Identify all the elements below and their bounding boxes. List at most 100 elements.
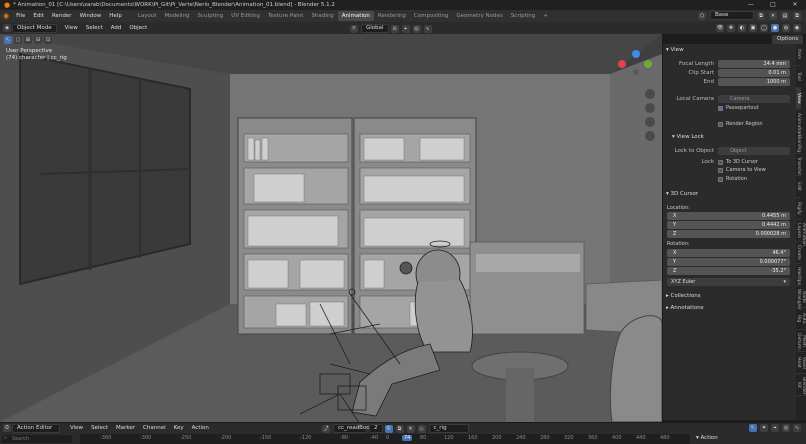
sidebar-tab-create[interactable]: Create bbox=[796, 242, 801, 264]
proportional-icon[interactable]: ◎ bbox=[782, 424, 790, 432]
cursor-z-field[interactable]: Z 0.000028 m bbox=[667, 230, 790, 238]
unlink-action-icon[interactable]: ✕ bbox=[406, 424, 415, 433]
tab-texture-paint[interactable]: Texture Paint bbox=[264, 11, 308, 21]
cursor-y-field[interactable]: Y 0.4442 m bbox=[667, 221, 790, 229]
sidebar-tab-animation-layers[interactable]: Animation Layers bbox=[796, 220, 806, 246]
rotation-mode-dropdown[interactable]: XYZ Euler ▾ bbox=[667, 278, 790, 286]
visibility-icon[interactable]: 👁 bbox=[716, 24, 724, 32]
view-layer-icon[interactable]: ▤ bbox=[781, 11, 789, 20]
mode-selector[interactable]: Object Mode bbox=[12, 23, 57, 33]
sidebar-tab-edit[interactable]: Edit bbox=[796, 176, 801, 198]
cursor-rot-z-field[interactable]: Z -35.2° bbox=[667, 267, 790, 275]
render-region-checkbox[interactable] bbox=[718, 122, 723, 127]
select-subtract-icon[interactable]: ⊟ bbox=[34, 36, 42, 44]
tab-compositing[interactable]: Compositing bbox=[410, 11, 452, 21]
select-box-icon[interactable]: ▢ bbox=[14, 36, 22, 44]
transform-orientation-icon[interactable]: ⤧ bbox=[350, 24, 358, 33]
fake-user-icon[interactable]: ⛨ bbox=[384, 424, 393, 433]
minimize-button[interactable]: — bbox=[740, 0, 762, 10]
clip-start-field[interactable]: 0.01 m bbox=[718, 69, 790, 77]
view-section-header[interactable]: ▾ View bbox=[666, 47, 684, 53]
snap-icon[interactable]: ⌖ bbox=[401, 24, 410, 33]
rendered-shading-icon[interactable]: ◉ bbox=[793, 24, 801, 32]
clip-end-field[interactable]: 1000 m bbox=[718, 78, 790, 86]
lock-to-object-field[interactable]: Object bbox=[718, 147, 790, 155]
focal-length-field[interactable]: 24.4 mm bbox=[718, 60, 790, 68]
action-panel-label[interactable]: ▾ Action bbox=[696, 435, 718, 441]
tab-shading[interactable]: Shading bbox=[307, 11, 337, 21]
channel-search-field[interactable]: ⌕ Search bbox=[2, 435, 72, 443]
gizmo-icon[interactable]: ✥ bbox=[727, 24, 735, 32]
view-lock-section-header[interactable]: ▾ View Lock bbox=[672, 134, 704, 140]
tab-scripting[interactable]: Scripting bbox=[507, 11, 539, 21]
menu-window[interactable]: Window bbox=[76, 13, 106, 19]
sidebar-tab-view[interactable]: View bbox=[796, 88, 801, 110]
cursor-rot-x-field[interactable]: X 46.4° bbox=[667, 249, 790, 257]
delete-scene-icon[interactable]: ✕ bbox=[769, 11, 777, 20]
menu-key[interactable]: Key bbox=[170, 425, 188, 431]
action-selector[interactable]: cc_readBook bbox=[333, 424, 373, 433]
menu-channel[interactable]: Channel bbox=[139, 425, 170, 431]
options-button[interactable]: Options bbox=[772, 35, 804, 44]
collections-section-header[interactable]: ▸ Collections bbox=[666, 293, 701, 299]
sidebar-tab-transfer[interactable]: Transfer bbox=[796, 154, 801, 176]
sidebar-tab-tool[interactable]: Tool bbox=[796, 66, 801, 88]
3d-viewport[interactable] bbox=[0, 34, 662, 422]
editor-mode-selector[interactable]: Action Editor bbox=[12, 423, 60, 433]
sidebar-tab-voxel-heat[interactable]: Voxel Heat bbox=[796, 352, 806, 374]
frame-ruler[interactable]: -360 -300 -250 -200 -150 -120 -80 -40 0 … bbox=[80, 434, 690, 444]
menu-view[interactable]: View bbox=[66, 425, 87, 431]
tab-rendering[interactable]: Rendering bbox=[374, 11, 410, 21]
solid-shading-icon[interactable]: ● bbox=[771, 24, 779, 32]
to-3d-cursor-checkbox[interactable] bbox=[718, 160, 723, 165]
graph-icon[interactable]: ∿ bbox=[793, 424, 801, 432]
tab-layout[interactable]: Layout bbox=[134, 11, 161, 21]
copy-scene-icon[interactable]: ⧉ bbox=[757, 11, 765, 20]
graph-icon[interactable]: ∿ bbox=[423, 24, 432, 33]
proportional-edit-icon[interactable]: ◎ bbox=[412, 24, 421, 33]
select-tool-icon[interactable]: ↖ bbox=[4, 36, 12, 44]
menu-select[interactable]: Select bbox=[87, 425, 112, 431]
current-frame-indicator[interactable]: 74 bbox=[402, 435, 413, 441]
select-invert-icon[interactable]: ⊡ bbox=[44, 36, 52, 44]
slot-selector[interactable]: c_rig bbox=[428, 424, 469, 433]
xray-icon[interactable]: ▣ bbox=[749, 24, 757, 32]
material-shading-icon[interactable]: ◍ bbox=[782, 24, 790, 32]
local-camera-field[interactable]: Camera bbox=[718, 95, 790, 103]
tab-geometry-nodes[interactable]: Geometry Nodes bbox=[452, 11, 506, 21]
filter-icon[interactable]: ⏷ bbox=[760, 424, 768, 432]
annotations-section-header[interactable]: ▸ Annotations bbox=[666, 305, 704, 311]
editor-type-icon[interactable]: ◈ bbox=[3, 24, 11, 32]
tab-sculpting[interactable]: Sculpting bbox=[194, 11, 228, 21]
close-button[interactable]: ✕ bbox=[784, 0, 806, 10]
sidebar-tab-auto-rig[interactable]: Auto Rig bbox=[796, 308, 806, 330]
sidebar-tab-hairops[interactable]: HairOps bbox=[796, 264, 801, 286]
sidebar-tab-blender-kit[interactable]: Blender Kit bbox=[796, 374, 806, 396]
rotation-lock-checkbox[interactable] bbox=[718, 177, 723, 182]
menu-help[interactable]: Help bbox=[105, 13, 126, 19]
editor-type-icon[interactable]: ⏱ bbox=[3, 424, 11, 432]
sidebar-tab-rigify[interactable]: Rigify bbox=[796, 198, 801, 220]
menu-file[interactable]: File bbox=[12, 13, 29, 19]
sidebar-tab-mesh-deform[interactable]: Mesh Deform bbox=[796, 330, 806, 352]
camera-to-view-checkbox[interactable] bbox=[718, 168, 723, 173]
sidebar-tab-blenrig[interactable]: BlenRig bbox=[796, 132, 801, 154]
view-layer-copy-icon[interactable]: ⧉ bbox=[793, 11, 801, 20]
passepartout-checkbox[interactable] bbox=[718, 106, 723, 111]
menu-edit[interactable]: Edit bbox=[29, 13, 48, 19]
3d-cursor-section-header[interactable]: ▾ 3D Cursor bbox=[666, 191, 698, 197]
tab-modeling[interactable]: Modeling bbox=[161, 11, 194, 21]
sidebar-tab-item[interactable]: Item bbox=[796, 44, 801, 66]
menu-marker[interactable]: Marker bbox=[112, 425, 139, 431]
add-workspace-button[interactable]: + bbox=[539, 11, 552, 21]
new-action-icon[interactable]: ⧉ bbox=[395, 424, 404, 433]
tab-uv-editing[interactable]: UV Editing bbox=[227, 11, 264, 21]
menu-render[interactable]: Render bbox=[48, 13, 76, 19]
tab-animation[interactable]: Animation bbox=[337, 11, 374, 21]
sidebar-tab-animation[interactable]: Animation bbox=[796, 110, 801, 136]
cursor-rot-y-field[interactable]: Y 0.000077° bbox=[667, 258, 790, 266]
cursor-x-field[interactable]: X 0.4455 m bbox=[667, 212, 790, 220]
action-users-count[interactable]: 2 bbox=[369, 424, 383, 433]
snap-icon[interactable]: ⌖ bbox=[771, 424, 779, 432]
slot-icon[interactable]: ◇ bbox=[417, 424, 426, 433]
